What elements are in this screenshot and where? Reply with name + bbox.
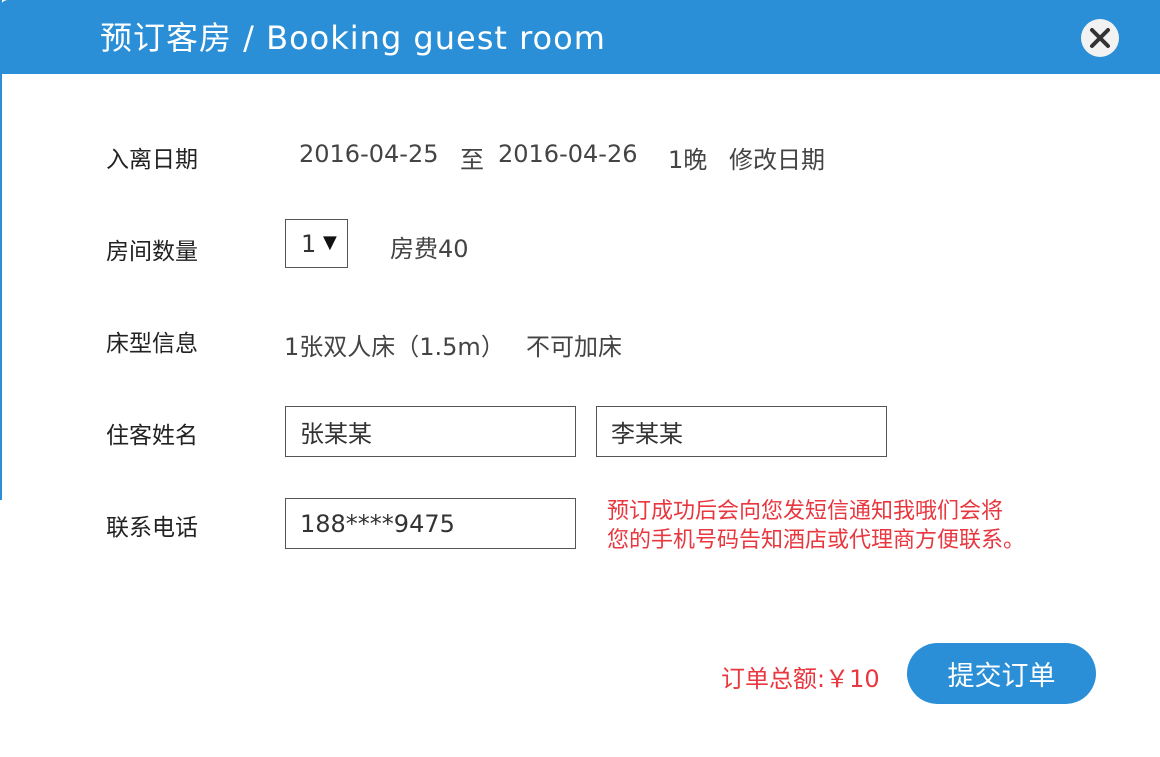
check-in-date: 2016-04-25 bbox=[299, 140, 439, 168]
dialog-title: 预订客房 / Booking guest room bbox=[100, 19, 606, 57]
order-total: 订单总额:￥10 bbox=[721, 665, 880, 693]
sms-notice-line-1: 预订成功后会向您发短信通知我哦们会将 bbox=[607, 499, 1004, 524]
room-count-value: 1 bbox=[301, 230, 317, 258]
bed-info: 1张双人床（1.5m） bbox=[284, 333, 505, 361]
guest-name-input-2[interactable] bbox=[596, 406, 887, 457]
dates-label: 入离日期 bbox=[106, 147, 198, 173]
guests-label: 住客姓名 bbox=[106, 423, 198, 449]
check-out-date: 2016-04-26 bbox=[498, 140, 638, 168]
modify-dates-link[interactable]: 修改日期 bbox=[729, 140, 825, 175]
contact-label: 联系电话 bbox=[106, 515, 198, 541]
booking-dialog: 预订客房 / Booking guest room 入离日期 2016-04-2… bbox=[0, 0, 1160, 757]
guest-name-input-1[interactable] bbox=[285, 406, 576, 457]
close-button[interactable] bbox=[1081, 19, 1119, 57]
dialog-header: 预订客房 / Booking guest room bbox=[0, 0, 1160, 74]
phone-input[interactable] bbox=[285, 498, 576, 549]
date-separator: 至 bbox=[460, 146, 484, 174]
room-fee: 房费40 bbox=[390, 235, 469, 263]
room-count-select[interactable]: 1 ▼ bbox=[285, 219, 348, 268]
submit-order-button[interactable]: 提交订单 bbox=[907, 643, 1096, 704]
sms-notice-line-2: 您的手机号码告知酒店或代理商方便联系。 bbox=[607, 528, 1026, 553]
dialog-left-border bbox=[0, 0, 2, 500]
nights-count: 1晚 bbox=[668, 146, 708, 174]
triangle-down-icon: ▼ bbox=[323, 232, 337, 253]
bed-label: 床型信息 bbox=[106, 331, 198, 357]
rooms-label: 房间数量 bbox=[106, 239, 198, 265]
sms-notice: 预订成功后会向您发短信通知我哦们会将 您的手机号码告知酒店或代理商方便联系。 bbox=[607, 497, 1025, 555]
extra-bed-info: 不可加床 bbox=[526, 333, 622, 361]
close-icon bbox=[1090, 28, 1110, 48]
